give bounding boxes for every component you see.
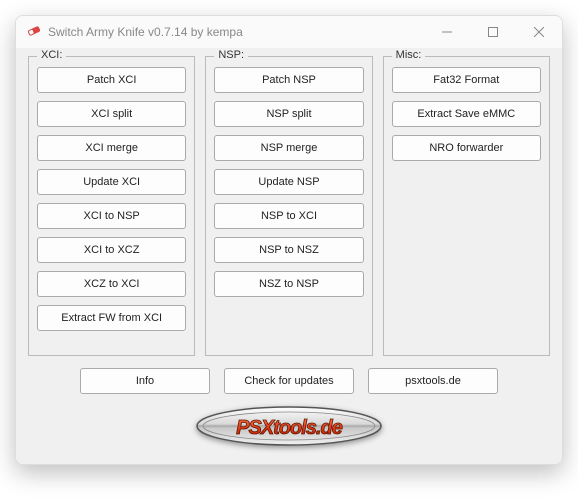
- nsp-to-xci-button[interactable]: NSP to XCI: [214, 203, 363, 229]
- minimize-button[interactable]: [424, 16, 470, 48]
- app-icon: [26, 23, 42, 42]
- window-title: Switch Army Knife v0.7.14 by kempa: [48, 25, 424, 39]
- patch-xci-button[interactable]: Patch XCI: [37, 67, 186, 93]
- extract-save-emmc-button[interactable]: Extract Save eMMC: [392, 101, 541, 127]
- nsp-split-button[interactable]: NSP split: [214, 101, 363, 127]
- bottom-row: Info Check for updates psxtools.de: [28, 368, 550, 394]
- logo-area: PSXtools.de: [28, 404, 550, 448]
- content-area: XCI: Patch XCI XCI split XCI merge Updat…: [16, 48, 562, 464]
- xci-split-button[interactable]: XCI split: [37, 101, 186, 127]
- app-window: Switch Army Knife v0.7.14 by kempa XCI: …: [15, 15, 563, 465]
- xci-merge-button[interactable]: XCI merge: [37, 135, 186, 161]
- psxtools-button[interactable]: psxtools.de: [368, 368, 498, 394]
- update-xci-button[interactable]: Update XCI: [37, 169, 186, 195]
- misc-legend: Misc:: [392, 49, 426, 61]
- nsp-group: NSP: Patch NSP NSP split NSP merge Updat…: [205, 56, 372, 356]
- xci-group: XCI: Patch XCI XCI split XCI merge Updat…: [28, 56, 195, 356]
- xci-to-nsp-button[interactable]: XCI to NSP: [37, 203, 186, 229]
- nsz-to-nsp-button[interactable]: NSZ to NSP: [214, 271, 363, 297]
- maximize-button[interactable]: [470, 16, 516, 48]
- svg-text:PSXtools.de: PSXtools.de: [236, 417, 343, 439]
- psxtools-logo: PSXtools.de: [194, 404, 384, 448]
- update-nsp-button[interactable]: Update NSP: [214, 169, 363, 195]
- extract-fw-from-xci-button[interactable]: Extract FW from XCI: [37, 305, 186, 331]
- xci-to-xcz-button[interactable]: XCI to XCZ: [37, 237, 186, 263]
- misc-group: Misc: Fat32 Format Extract Save eMMC NRO…: [383, 56, 550, 356]
- columns: XCI: Patch XCI XCI split XCI merge Updat…: [28, 56, 550, 356]
- fat32-format-button[interactable]: Fat32 Format: [392, 67, 541, 93]
- info-button[interactable]: Info: [80, 368, 210, 394]
- window-controls: [424, 16, 562, 48]
- patch-nsp-button[interactable]: Patch NSP: [214, 67, 363, 93]
- xci-legend: XCI:: [37, 49, 66, 61]
- nro-forwarder-button[interactable]: NRO forwarder: [392, 135, 541, 161]
- nsp-to-nsz-button[interactable]: NSP to NSZ: [214, 237, 363, 263]
- close-button[interactable]: [516, 16, 562, 48]
- titlebar: Switch Army Knife v0.7.14 by kempa: [16, 16, 562, 48]
- nsp-merge-button[interactable]: NSP merge: [214, 135, 363, 161]
- xcz-to-xci-button[interactable]: XCZ to XCI: [37, 271, 186, 297]
- nsp-legend: NSP:: [214, 49, 248, 61]
- check-updates-button[interactable]: Check for updates: [224, 368, 354, 394]
